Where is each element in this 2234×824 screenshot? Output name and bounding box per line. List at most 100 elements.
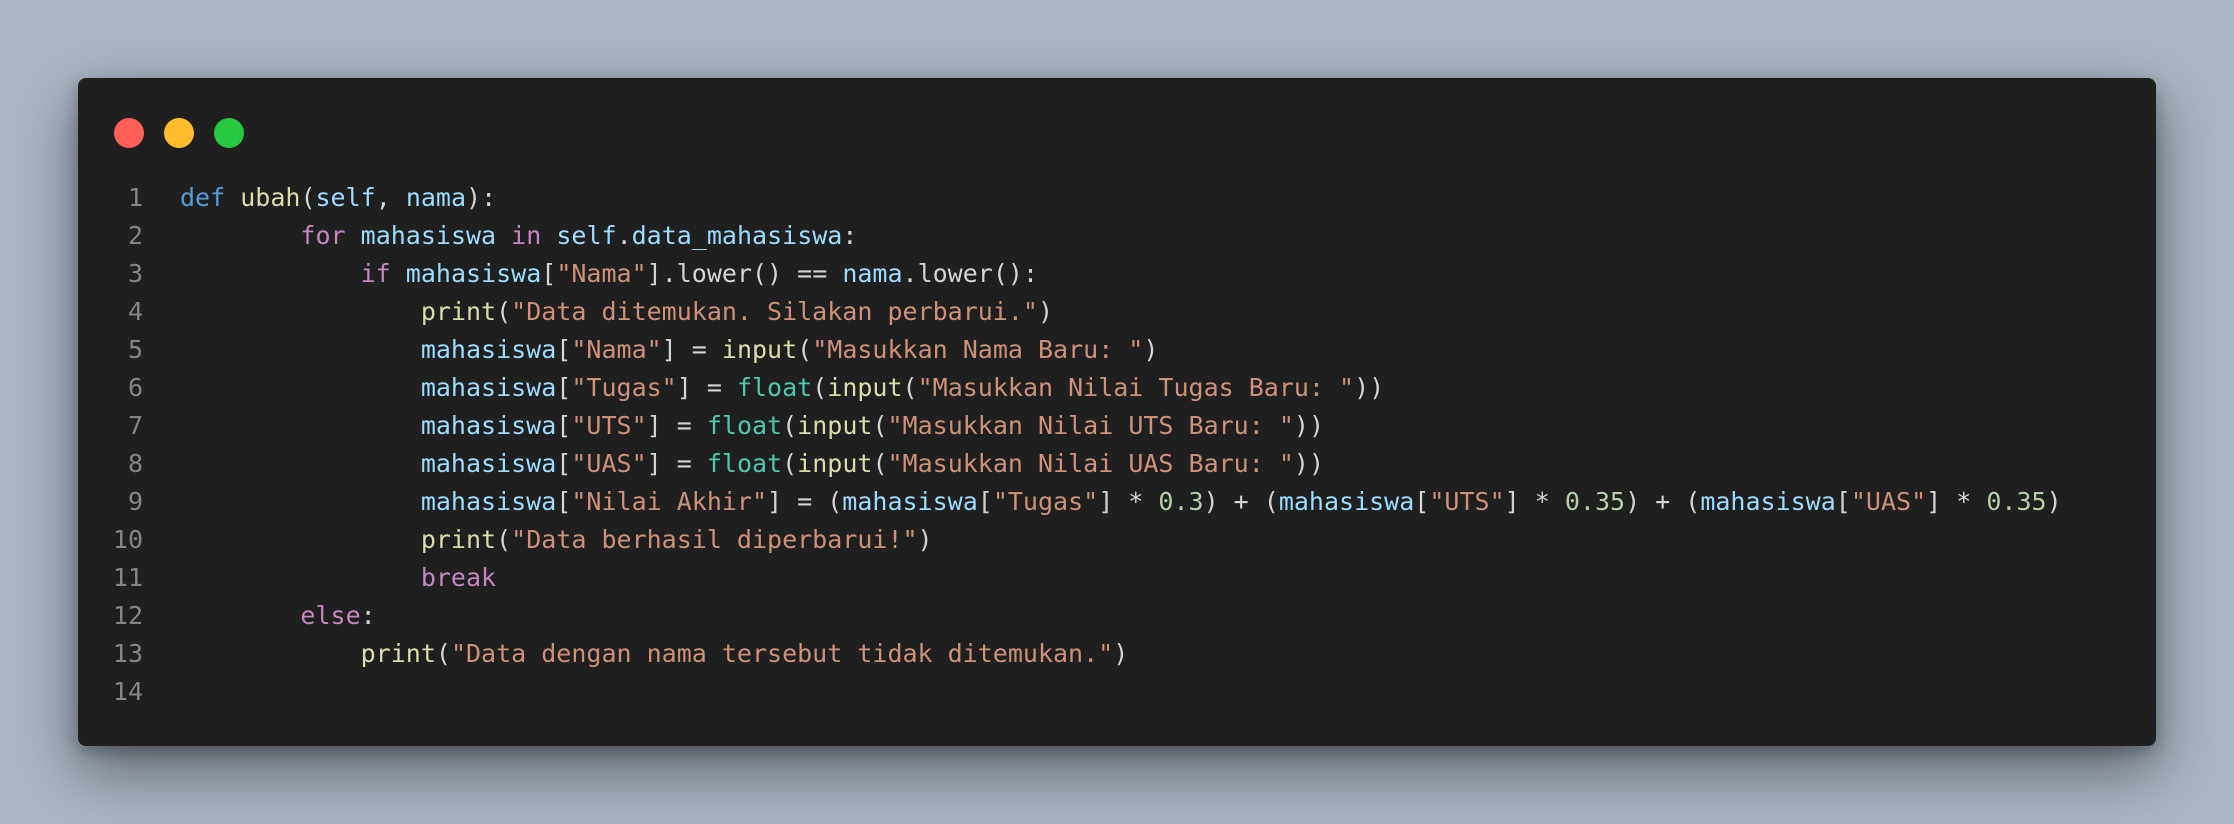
punctuation: ( xyxy=(812,373,828,402)
code-line: 4 print("Data ditemukan. Silakan perbaru… xyxy=(78,293,2156,331)
line-number: 13 xyxy=(112,639,143,668)
punctuation: [ xyxy=(556,411,572,440)
code-text: mahasiswa["UTS"] = float(input("Masukkan… xyxy=(180,407,1324,445)
code-block: 1 def ubah(self, nama): 2 for mahasiswa in… xyxy=(78,179,2156,711)
identifier: self xyxy=(556,221,617,250)
code-text: mahasiswa["UAS"] = float(input("Masukkan… xyxy=(180,445,1324,483)
code-line: 5 mahasiswa["Nama"] = input("Masukkan Na… xyxy=(78,331,2156,369)
function-name: ubah xyxy=(240,183,301,212)
identifier: mahasiswa xyxy=(360,221,497,250)
punctuation: , xyxy=(375,183,406,212)
string-literal: "Data berhasil diperbarui!" xyxy=(511,525,918,554)
punctuation: : xyxy=(360,601,376,630)
line-number: 1 xyxy=(127,183,143,212)
code-text: else: xyxy=(180,597,376,635)
code-line: 9 mahasiswa["Nilai Akhir"] = (mahasiswa[… xyxy=(78,483,2156,521)
string-literal: "Nama" xyxy=(571,335,662,364)
line-number: 10 xyxy=(112,525,143,554)
code-text: if mahasiswa["Nama"].lower() == nama.low… xyxy=(180,255,1038,293)
punctuation: ( xyxy=(797,335,813,364)
code-window: 1 def ubah(self, nama): 2 for mahasiswa in… xyxy=(78,78,2156,746)
code-line: 3 if mahasiswa["Nama"].lower() == nama.l… xyxy=(78,255,2156,293)
string-literal: "Masukkan Nilai UTS Baru: " xyxy=(887,411,1294,440)
code-text: mahasiswa["Tugas"] = float(input("Masukk… xyxy=(180,369,1384,407)
control-keyword: else xyxy=(300,601,361,630)
string-literal: "UAS" xyxy=(1850,487,1927,516)
keyword: def xyxy=(180,183,226,212)
string-literal: "Masukkan Nilai Tugas Baru: " xyxy=(917,373,1355,402)
code-line: 1 def ubah(self, nama): xyxy=(78,179,2156,217)
minimize-dot-icon[interactable] xyxy=(164,118,194,148)
control-keyword: break xyxy=(420,563,497,592)
punctuation: . xyxy=(616,221,632,250)
punctuation: [ xyxy=(556,449,572,478)
builtin-type: float xyxy=(706,449,783,478)
punctuation: ] = xyxy=(676,373,737,402)
line-number: 6 xyxy=(127,373,143,402)
punctuation: ] = ( xyxy=(767,487,843,516)
code-text: def ubah(self, nama): xyxy=(180,179,496,217)
punctuation: ): xyxy=(466,183,497,212)
code-text: for mahasiswa in self.data_mahasiswa: xyxy=(180,217,857,255)
punctuation: ( xyxy=(496,297,512,326)
punctuation: ( xyxy=(496,525,512,554)
punctuation: ) + ( xyxy=(1625,487,1701,516)
maximize-dot-icon[interactable] xyxy=(214,118,244,148)
punctuation: )) xyxy=(1293,449,1324,478)
number-literal: 0.35 xyxy=(1986,487,2047,516)
close-dot-icon[interactable] xyxy=(114,118,144,148)
builtin-type: float xyxy=(736,373,813,402)
string-literal: "Data dengan nama tersebut tidak ditemuk… xyxy=(450,639,1114,668)
punctuation: ) xyxy=(1037,297,1054,326)
punctuation: [ xyxy=(1414,487,1430,516)
string-literal: "Nama" xyxy=(556,259,647,288)
identifier: nama xyxy=(405,183,467,212)
function-name: input xyxy=(797,411,873,440)
line-number: 7 xyxy=(127,411,143,440)
punctuation xyxy=(391,259,406,288)
function-name: print xyxy=(360,639,436,668)
string-literal: "UTS" xyxy=(571,411,647,440)
punctuation xyxy=(346,221,361,250)
punctuation: ) xyxy=(1113,639,1129,668)
punctuation: ( xyxy=(902,373,918,402)
punctuation: ) xyxy=(1143,335,1159,364)
function-name: input xyxy=(797,449,873,478)
line-number: 4 xyxy=(127,297,143,326)
function-name: input xyxy=(827,373,903,402)
code-text: mahasiswa["Nilai Akhir"] = (mahasiswa["T… xyxy=(180,483,2062,521)
identifier: mahasiswa xyxy=(420,487,557,516)
punctuation xyxy=(225,183,240,212)
punctuation: ] * xyxy=(1926,487,1987,516)
punctuation xyxy=(541,221,556,250)
identifier: nama xyxy=(842,259,903,288)
identifier: mahasiswa xyxy=(1700,487,1836,516)
punctuation: )) xyxy=(1293,411,1324,440)
code-line: 7 mahasiswa["UTS"] = float(input("Masukk… xyxy=(78,407,2156,445)
punctuation: ( xyxy=(300,183,316,212)
punctuation: ] = xyxy=(646,449,707,478)
punctuation: [ xyxy=(1835,487,1851,516)
line-number: 5 xyxy=(127,335,143,364)
string-literal: "Masukkan Nama Baru: " xyxy=(812,335,1144,364)
punctuation: ( xyxy=(872,411,888,440)
identifier: mahasiswa xyxy=(420,335,557,364)
identifier: mahasiswa xyxy=(420,373,557,402)
string-literal: "UTS" xyxy=(1429,487,1505,516)
punctuation: [ xyxy=(541,259,557,288)
string-literal: "Masukkan Nilai UAS Baru: " xyxy=(887,449,1294,478)
code-text: mahasiswa["Nama"] = input("Masukkan Nama… xyxy=(180,331,1159,369)
control-keyword: for xyxy=(300,221,346,250)
function-name: input xyxy=(721,335,798,364)
punctuation: .lower(): xyxy=(902,259,1038,288)
punctuation: ] = xyxy=(661,335,722,364)
code-line: 10 print("Data berhasil diperbarui!") xyxy=(78,521,2156,559)
